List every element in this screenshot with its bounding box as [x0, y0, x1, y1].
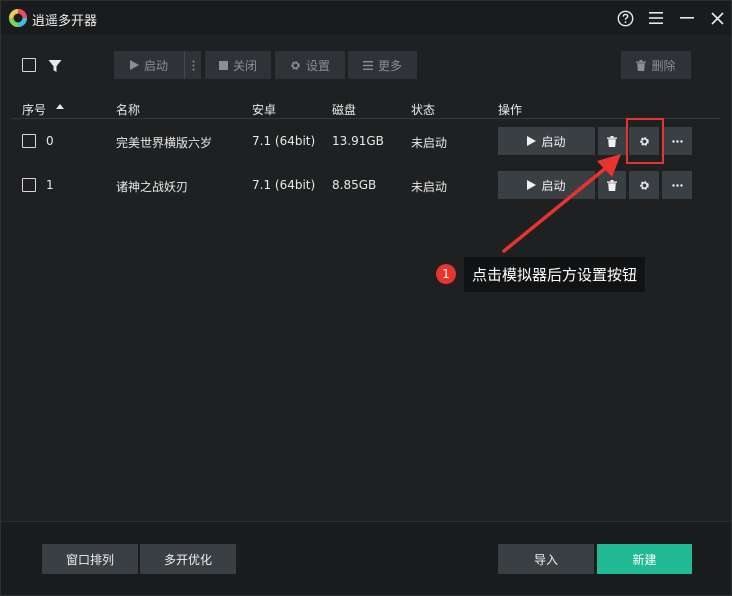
play-icon [527, 136, 537, 146]
row-checkbox[interactable] [22, 134, 36, 148]
row-delete-button[interactable] [598, 127, 626, 155]
trash-icon [607, 179, 617, 191]
annotation-callout: 点击模拟器后方设置按钮 [464, 257, 646, 292]
row-name: 诸神之战妖刃 [116, 180, 189, 194]
column-header-android: 安卓 [252, 103, 277, 117]
trash-icon [636, 59, 647, 71]
more-dots-icon [671, 183, 683, 187]
trash-icon [607, 135, 617, 147]
row-index: 1 [46, 178, 54, 192]
stop-icon [218, 60, 228, 70]
play-icon [527, 180, 537, 190]
toolbar-start-button[interactable]: 启动 [114, 51, 184, 79]
row-settings-button[interactable] [629, 171, 659, 199]
row-index: 0 [46, 134, 54, 148]
toolbar-settings-label: 设置 [305, 58, 330, 73]
toolbar-settings-button[interactable]: 设置 [275, 51, 345, 79]
menu-button[interactable] [646, 8, 666, 28]
hamburger-menu-icon [649, 12, 663, 24]
row-android: 7.1 (64bit) [252, 134, 316, 148]
row-android: 7.1 (64bit) [252, 178, 316, 192]
row-more-button[interactable] [662, 127, 692, 155]
row-name: 完美世界横版六岁 [116, 136, 213, 150]
toolbar-delete-label: 删除 [651, 58, 676, 73]
row-start-label: 启动 [541, 134, 566, 149]
row-disk: 13.91GB [332, 134, 384, 148]
toolbar-delete-button[interactable]: 删除 [621, 51, 691, 79]
toolbar-close-button[interactable]: 关闭 [205, 51, 271, 79]
select-all-checkbox[interactable] [22, 58, 36, 72]
help-button[interactable] [615, 8, 635, 28]
more-dots-icon [671, 139, 683, 143]
row-status: 未启动 [411, 136, 448, 150]
row-delete-button[interactable] [598, 171, 626, 199]
import-button[interactable]: 导入 [498, 544, 594, 574]
row-status: 未启动 [411, 180, 448, 194]
gear-icon [639, 180, 649, 190]
toolbar-more-label: 更多 [377, 58, 402, 73]
multi-instance-manager-window: 逍遥多开器 启动 关闭 设置 更多 删除 序号 名称 安卓 磁盘 状态 操作 0… [0, 0, 732, 596]
play-icon [129, 60, 139, 70]
minimize-button[interactable] [677, 8, 697, 28]
settings-highlight-box [626, 118, 664, 164]
close-window-button[interactable] [707, 8, 727, 28]
list-icon [362, 60, 373, 70]
annotation-step-badge: 1 [436, 264, 456, 284]
column-header-actions: 操作 [498, 103, 523, 117]
column-header-disk: 磁盘 [332, 103, 357, 117]
toolbar-close-label: 关闭 [232, 58, 257, 73]
app-logo-icon [9, 9, 27, 27]
new-instance-button[interactable]: 新建 [597, 544, 692, 574]
minimize-icon [680, 17, 694, 19]
row-start-button[interactable]: 启动 [498, 127, 595, 155]
row-more-button[interactable] [662, 171, 692, 199]
row-start-button[interactable]: 启动 [498, 171, 595, 199]
column-header-status: 状态 [411, 103, 436, 117]
title-bar: 逍遥多开器 [1, 1, 731, 35]
row-disk: 8.85GB [332, 178, 377, 192]
column-header-name: 名称 [116, 103, 141, 117]
gear-icon [291, 60, 300, 70]
toolbar-start-label: 启动 [143, 58, 168, 73]
row-start-label: 启动 [541, 178, 566, 193]
app-title: 逍遥多开器 [32, 14, 98, 29]
filter-icon[interactable] [47, 58, 63, 74]
help-icon [617, 10, 633, 26]
multi-open-optimize-button[interactable]: 多开优化 [140, 544, 236, 574]
sort-ascending-icon[interactable] [56, 104, 64, 109]
toolbar-start-options-button[interactable] [184, 51, 201, 79]
table-row: 1 诸神之战妖刃 7.1 (64bit) 8.85GB 未启动 启动 [1, 163, 731, 207]
vertical-dots-icon [192, 60, 194, 70]
table-row: 0 完美世界横版六岁 7.1 (64bit) 13.91GB 未启动 启动 [1, 119, 731, 163]
close-icon [710, 11, 724, 25]
toolbar-more-button[interactable]: 更多 [348, 51, 417, 79]
column-header-index[interactable]: 序号 [22, 101, 46, 118]
window-arrange-button[interactable]: 窗口排列 [42, 544, 138, 574]
annotation-text: 点击模拟器后方设置按钮 [472, 266, 638, 284]
row-checkbox[interactable] [22, 178, 36, 192]
